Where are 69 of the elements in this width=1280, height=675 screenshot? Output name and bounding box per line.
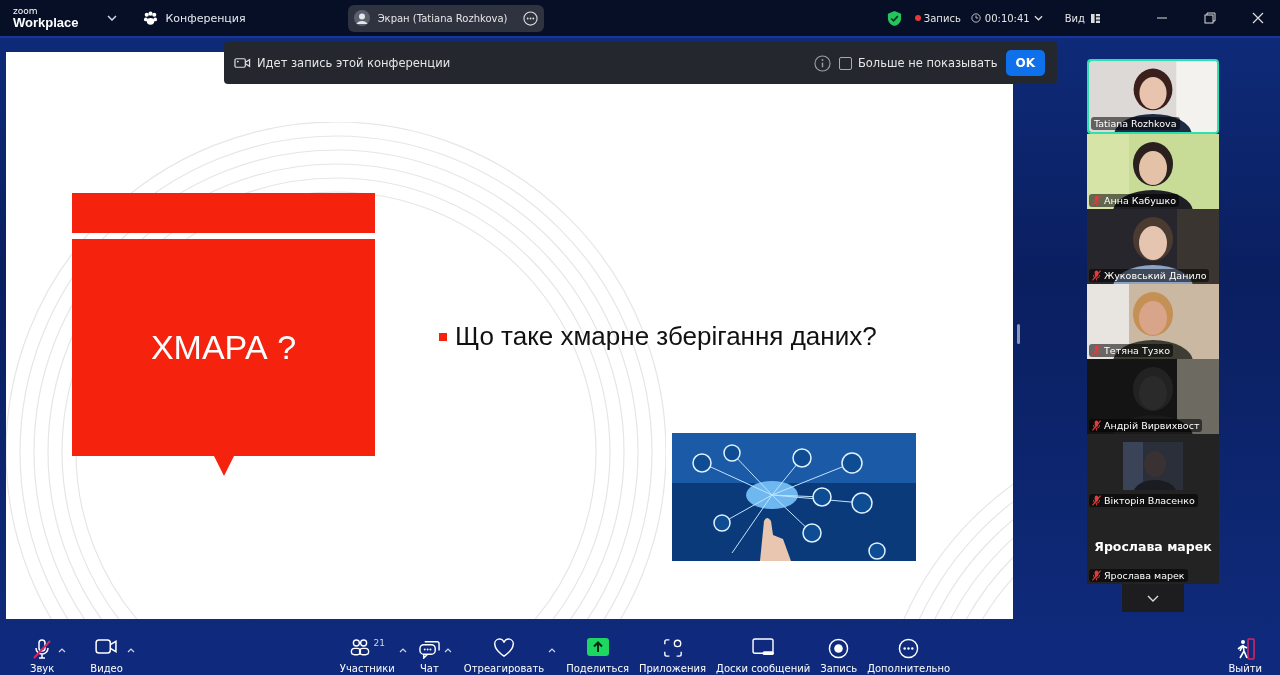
participant-name: Тетяна Тузко <box>1104 345 1170 356</box>
more-toolbar-button[interactable]: Дополнительно <box>867 638 951 675</box>
chevron-down-icon <box>1147 594 1159 602</box>
more-icon[interactable] <box>522 10 538 26</box>
slide-bullet-text: Що таке хмарне зберігання даних? <box>455 321 877 352</box>
video-camera-icon <box>234 57 251 69</box>
participant-count: 21 <box>373 638 386 648</box>
chat-icon <box>418 638 440 659</box>
record-toolbar-button[interactable]: Запись <box>820 638 858 675</box>
caret-icon[interactable] <box>126 648 135 653</box>
share-screen-icon <box>586 638 609 656</box>
video-toolbar-button[interactable]: Видео <box>90 638 123 675</box>
caret-icon[interactable] <box>443 648 452 653</box>
participant-tile[interactable]: Анна Кабушко <box>1087 134 1219 209</box>
shield-icon[interactable] <box>886 9 902 27</box>
react-toolbar-button[interactable]: Отреагировать <box>463 638 545 675</box>
record-icon <box>828 638 850 659</box>
screen-share-pill[interactable]: Экран (Tatiana Rozhkova) <box>347 4 544 32</box>
paw-icon <box>142 10 158 26</box>
participant-name: Ярослава марек <box>1104 570 1185 581</box>
info-icon[interactable] <box>813 54 831 72</box>
apps-icon <box>662 638 683 658</box>
layout-icon <box>1091 13 1100 23</box>
participant-name: Tatiana Rozhkova <box>1094 118 1177 129</box>
meeting-timer[interactable]: 00:10:41 <box>970 12 1043 24</box>
participant-tile[interactable]: Андрій Вирвихвост <box>1087 359 1219 434</box>
participant-name: Жуковський Данило <box>1104 270 1207 281</box>
apps-toolbar-button[interactable]: Приложения <box>638 638 707 675</box>
participant-tile[interactable]: Tatiana Rozhkova <box>1087 59 1219 134</box>
restore-icon[interactable] <box>1204 12 1216 24</box>
clock-icon <box>970 13 981 23</box>
caret-icon[interactable] <box>548 648 557 653</box>
recording-indicator[interactable]: Запись <box>914 12 961 24</box>
participant-name: Андрій Вирвихвост <box>1104 420 1200 431</box>
participant-name: Анна Кабушко <box>1104 195 1177 206</box>
more-icon <box>898 638 920 659</box>
close-icon[interactable] <box>1252 12 1264 24</box>
participant-tile[interactable]: Тетяна Тузко <box>1087 284 1219 359</box>
board-toolbar-button[interactable]: Доски сообщений <box>716 638 811 675</box>
caret-icon[interactable] <box>58 648 67 653</box>
whiteboard-icon <box>751 638 775 657</box>
resize-handle[interactable] <box>1017 324 1020 344</box>
participant-tile[interactable]: Ярослава марек Ярослава марек <box>1087 509 1219 584</box>
screen-share-label: Экран (Tatiana Rozhkova) <box>377 12 508 24</box>
participant-display-name: Ярослава марек <box>1093 539 1213 554</box>
view-button[interactable]: Вид <box>1064 12 1100 24</box>
chevron-down-icon <box>1033 15 1043 21</box>
participants-toolbar-button[interactable]: 21 Участники <box>339 638 395 675</box>
chevron-down-icon[interactable] <box>106 15 117 21</box>
chat-toolbar-button[interactable]: Чат <box>418 638 440 675</box>
meeting-info-button[interactable]: Конференция <box>136 9 252 27</box>
checkbox[interactable] <box>838 56 852 70</box>
leave-button[interactable]: Выйти <box>1228 638 1262 675</box>
heart-icon <box>493 638 515 658</box>
participant-tile[interactable]: Жуковський Данило <box>1087 209 1219 284</box>
people-icon <box>349 638 370 657</box>
avatar-icon <box>353 10 370 26</box>
bullet-icon <box>439 332 447 341</box>
checkbox-label[interactable]: Больше не показывать <box>857 56 998 70</box>
participant-tile[interactable]: Вікторія Власенко <box>1087 434 1219 509</box>
share-toolbar-button[interactable]: Поделиться <box>566 638 629 675</box>
ok-button[interactable]: OK <box>1005 50 1045 76</box>
slide-title: ХМАРА ? <box>150 328 297 367</box>
caret-icon[interactable] <box>398 648 407 653</box>
mic-toolbar-button[interactable]: Звук <box>30 638 55 675</box>
participant-name: Вікторія Власенко <box>1104 495 1195 506</box>
zoom-logo: zoom Workplace <box>13 7 79 29</box>
video-camera-icon <box>95 638 119 655</box>
notice-text: Идет запись этой конференции <box>257 56 451 70</box>
